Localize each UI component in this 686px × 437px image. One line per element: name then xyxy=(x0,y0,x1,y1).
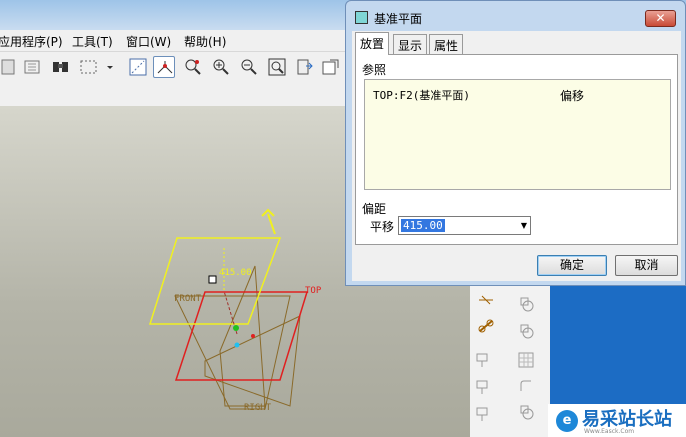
orient-icon[interactable] xyxy=(320,56,342,78)
ok-button[interactable]: 确定 xyxy=(537,255,607,276)
reference-name[interactable]: TOP:F2(基准平面) xyxy=(373,87,470,103)
dialog-body: 放置 显示 属性 参照 TOP:F2(基准平面) 偏移 偏距 平移 415.00… xyxy=(352,31,681,281)
sketch-display-icon[interactable] xyxy=(127,56,149,78)
menu-applications[interactable]: 应用程序(P) xyxy=(0,33,63,50)
dialog-titlebar[interactable]: 基准平面 ✕ xyxy=(346,1,685,31)
drag-handle[interactable] xyxy=(208,275,217,284)
offset-label: 偏距 xyxy=(362,202,387,216)
translation-value-combobox[interactable]: 415.00 ▼ xyxy=(398,216,531,235)
chain-icon[interactable] xyxy=(476,316,496,336)
blend-icon[interactable] xyxy=(474,350,494,370)
rib-icon[interactable] xyxy=(516,402,536,422)
top-plane-label: TOP xyxy=(305,286,322,296)
watermark: e 易采站长站 Www.Easck.Com xyxy=(548,404,686,437)
shell-icon[interactable] xyxy=(474,377,494,397)
dimension-value-label[interactable]: 415.00 xyxy=(219,268,252,278)
select-box-icon[interactable] xyxy=(78,56,100,78)
references-label: 参照 xyxy=(362,63,387,77)
close-button[interactable]: ✕ xyxy=(645,10,676,27)
tab-display[interactable]: 显示 xyxy=(393,34,428,54)
spin-center-icon[interactable] xyxy=(182,56,204,78)
csys-origin xyxy=(234,342,240,348)
revolve-icon[interactable] xyxy=(516,294,536,314)
tab-placement[interactable]: 放置 xyxy=(355,32,390,55)
csys-axis-end xyxy=(251,334,255,338)
cancel-button[interactable]: 取消 xyxy=(615,255,678,276)
save-view-icon[interactable] xyxy=(294,56,316,78)
datum-tool-icon[interactable] xyxy=(476,290,496,310)
front-plane-label: FRONT xyxy=(174,294,202,304)
translation-value[interactable]: 415.00 xyxy=(401,219,445,232)
pattern-icon[interactable] xyxy=(516,350,536,370)
round-icon[interactable] xyxy=(516,376,536,396)
menu-help[interactable]: 帮助(H) xyxy=(184,33,226,50)
dialog-title: 基准平面 xyxy=(374,12,423,26)
right-plane-label: RIGHT xyxy=(244,403,272,413)
toolbar xyxy=(0,52,345,106)
sweep-icon[interactable] xyxy=(516,321,536,341)
tab-properties[interactable]: 属性 xyxy=(429,34,464,54)
datum-plane-front xyxy=(174,265,301,410)
regenerate-icon[interactable] xyxy=(0,56,22,78)
translation-label: 平移 xyxy=(370,220,395,234)
menubar: 应用程序(P) 工具(T) 窗口(W) 帮助(H) xyxy=(0,30,345,52)
datum-plane-dialog: 基准平面 ✕ 放置 显示 属性 参照 TOP:F2(基准平面) 偏移 偏距 平移… xyxy=(345,0,686,286)
refit-icon[interactable] xyxy=(266,56,288,78)
reference-constraint-type[interactable]: 偏移 xyxy=(560,87,584,104)
datum-display-icon[interactable] xyxy=(22,56,44,78)
offset-direction-arrow xyxy=(261,208,276,235)
placement-panel: 参照 TOP:F2(基准平面) 偏移 偏距 平移 415.00 ▼ xyxy=(355,54,678,245)
menu-tools[interactable]: 工具(T) xyxy=(72,33,113,50)
zoom-in-icon[interactable] xyxy=(210,56,232,78)
menu-window[interactable]: 窗口(W) xyxy=(126,33,171,50)
zoom-out-icon[interactable] xyxy=(238,56,260,78)
chevron-down-icon[interactable]: ▼ xyxy=(521,221,527,230)
draft-icon[interactable] xyxy=(474,404,494,424)
watermark-logo: e xyxy=(556,410,578,432)
watermark-subtext: Www.Easck.Com xyxy=(584,428,635,435)
feature-toolbar xyxy=(470,286,550,437)
datum-axis-icon[interactable] xyxy=(153,56,175,78)
binoculars-icon[interactable] xyxy=(50,56,72,78)
chevron-down-icon[interactable] xyxy=(99,56,113,78)
dialog-app-icon xyxy=(355,11,368,24)
csys-point xyxy=(233,325,239,331)
references-list[interactable]: TOP:F2(基准平面) 偏移 xyxy=(364,79,671,190)
datum-plane-top xyxy=(174,291,309,381)
